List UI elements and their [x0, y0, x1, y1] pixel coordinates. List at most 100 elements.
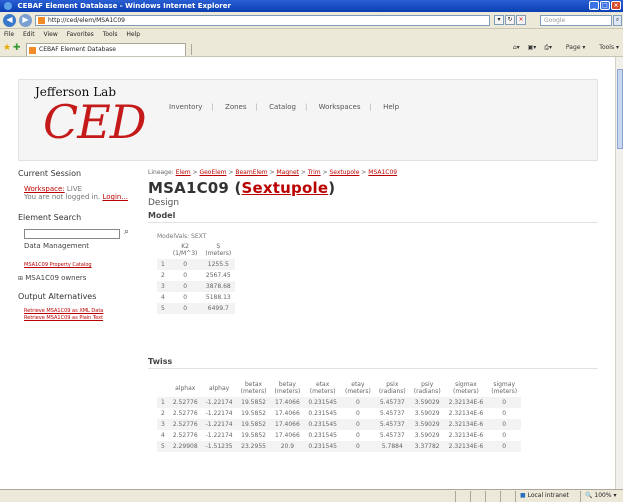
model-row: 3 0 3878.68	[157, 281, 236, 292]
workspace-value: LIVE	[66, 185, 83, 193]
maximize-button[interactable]: □	[600, 1, 610, 10]
page-menu[interactable]: Page ▾	[560, 44, 585, 51]
favorites-star-icon[interactable]: ★	[3, 43, 11, 53]
table-cell: 0	[168, 281, 202, 292]
element-title: MSA1C09 (Sextupole)	[148, 179, 336, 197]
lineage-msa1c09[interactable]: MSA1C09	[368, 169, 397, 176]
login-link[interactable]: Login...	[102, 193, 128, 201]
column-header: psix (radians)	[378, 381, 406, 395]
element-search-heading: Element Search	[18, 213, 82, 222]
lineage: Lineage: Elem > GeoElem > BeamElem > Mag…	[148, 169, 398, 176]
table-cell: -1.51235	[201, 441, 237, 452]
column-header	[157, 241, 169, 259]
refresh-button[interactable]: ↻	[505, 15, 515, 25]
vertical-scrollbar[interactable]	[615, 57, 623, 489]
menu-bar: File Edit View Favorites Tools Help	[0, 29, 623, 40]
back-button[interactable]: ◀	[3, 14, 16, 27]
column-header: etax (meters)	[309, 381, 336, 395]
menu-favorites[interactable]: Favorites	[67, 31, 94, 38]
table-cell: 0	[356, 410, 360, 417]
twiss-row: 1 2.52776 -1.22174 19.5852 17.4066 0.231545 0 5…	[157, 397, 522, 408]
table-cell: 2.52776	[172, 432, 198, 439]
table-cell: 0	[487, 397, 522, 408]
table-cell: 17.4066	[275, 410, 300, 417]
menu-file[interactable]: File	[4, 31, 14, 38]
page-viewport: Jefferson Lab CED Inventory | Zones | Cata…	[0, 57, 615, 489]
text-retrieve-link[interactable]: Retrieve MSA1C09 as Plain Text	[24, 315, 136, 321]
table-cell: 3	[157, 281, 169, 292]
stop-button[interactable]: ×	[516, 15, 526, 25]
element-type-link[interactable]: Sextupole	[242, 179, 329, 197]
lineage-elem[interactable]: Elem	[176, 169, 191, 176]
table-cell: 20.9	[270, 441, 305, 452]
column-header: betay (meters)	[274, 381, 301, 395]
lineage-sextupole[interactable]: Sextupole	[329, 169, 359, 176]
table-cell: 5188.13	[205, 294, 231, 301]
zoom-icon: 🔍	[585, 492, 593, 499]
column-header: betax (meters)	[240, 381, 267, 395]
element-search-input[interactable]	[24, 229, 120, 239]
expand-icon[interactable]: ⊞	[18, 275, 23, 282]
dropdown-icon[interactable]: ▾	[494, 15, 504, 25]
window-controls: _ □ ×	[588, 1, 621, 10]
search-input[interactable]: Google	[540, 15, 612, 26]
nav-catalog[interactable]: Catalog	[269, 103, 296, 111]
minimize-button[interactable]: _	[589, 1, 599, 10]
table-cell: 5.7884	[374, 441, 410, 452]
table-cell: 6499.7	[201, 303, 236, 314]
add-favorite-icon[interactable]: ✚	[13, 43, 21, 53]
ced-logo[interactable]: CED	[43, 98, 147, 146]
table-cell: 2567.45	[205, 272, 231, 279]
table-cell: 0	[168, 259, 202, 270]
nav-zones[interactable]: Zones	[225, 103, 246, 111]
property-catalog-link[interactable]: MSA1C09 Property Catalog	[24, 262, 136, 268]
owners-label[interactable]: MSA1C09 owners	[25, 274, 86, 282]
table-cell: 2	[161, 272, 165, 279]
close-button[interactable]: ×	[611, 1, 621, 10]
forward-button[interactable]: ▶	[19, 14, 32, 27]
table-cell: 2	[161, 410, 165, 417]
table-cell: 5.45737	[379, 410, 405, 417]
model-row: 1 0 1255.5	[157, 259, 236, 270]
page-icon	[38, 17, 45, 24]
zoom-control[interactable]: 🔍 100% ▾	[580, 491, 623, 502]
command-bar: ⌂▾ ▣▾ ⎙▾ Page ▾ Tools ▾	[507, 44, 619, 52]
lineage-trim[interactable]: Trim	[308, 169, 321, 176]
column-header: psiy (radians)	[413, 381, 441, 395]
table-cell: 19.5852	[236, 397, 271, 408]
table-cell: 0	[502, 410, 507, 417]
nav-workspaces[interactable]: Workspaces	[319, 103, 361, 111]
lineage-geoelem[interactable]: GeoElem	[199, 169, 226, 176]
browser-tab[interactable]: CEBAF Element Database	[26, 43, 186, 56]
search-magnifier-icon[interactable]: ⌕	[124, 227, 129, 237]
menu-help[interactable]: Help	[126, 31, 140, 38]
home-icon[interactable]: ⌂▾	[513, 44, 520, 51]
xml-retrieve-link[interactable]: Retrieve MSA1C09 as XML Data	[24, 308, 136, 314]
twiss-row: 4 2.52776 -1.22174 19.5852 17.4066 0.231545 0 5…	[157, 430, 521, 441]
print-icon[interactable]: ⎙▾	[544, 44, 552, 51]
menu-view[interactable]: View	[44, 31, 58, 38]
table-cell: 5	[157, 441, 169, 452]
nav-inventory[interactable]: Inventory	[169, 103, 202, 111]
feeds-icon[interactable]: ▣▾	[528, 44, 537, 51]
twiss-table: alphax alphay betax (meters) betay (meters)…	[157, 379, 522, 452]
search-icon[interactable]: ⌕	[613, 15, 622, 26]
address-toolbar: ◀ ▶ http://ced/elem/MSA1C09 ▾ ↻ × Google ⌕	[0, 12, 623, 29]
table-cell: 3.59029	[409, 397, 445, 408]
menu-edit[interactable]: Edit	[23, 31, 35, 38]
table-header-row: K2 (1/M^3) S (meters)	[157, 241, 235, 259]
address-bar[interactable]: http://ced/elem/MSA1C09	[35, 15, 490, 26]
scrollbar-thumb[interactable]	[617, 69, 623, 149]
nav-help[interactable]: Help	[383, 103, 399, 111]
tools-menu[interactable]: Tools ▾	[593, 44, 619, 51]
table-cell: 3.37782	[409, 441, 445, 452]
lineage-beamelem[interactable]: BeamElem	[235, 169, 267, 176]
address-buttons: ▾ ↻ ×	[494, 15, 527, 25]
lineage-magnet[interactable]: Magnet	[277, 169, 300, 176]
table-cell: 5.45737	[374, 419, 410, 430]
data-management-heading: Data Management	[24, 242, 90, 250]
workspace-link[interactable]: Workspace:	[24, 185, 65, 193]
menu-tools[interactable]: Tools	[103, 31, 118, 38]
table-cell: 17.4066	[275, 432, 300, 439]
column-header: sigmay (meters)	[491, 381, 518, 395]
